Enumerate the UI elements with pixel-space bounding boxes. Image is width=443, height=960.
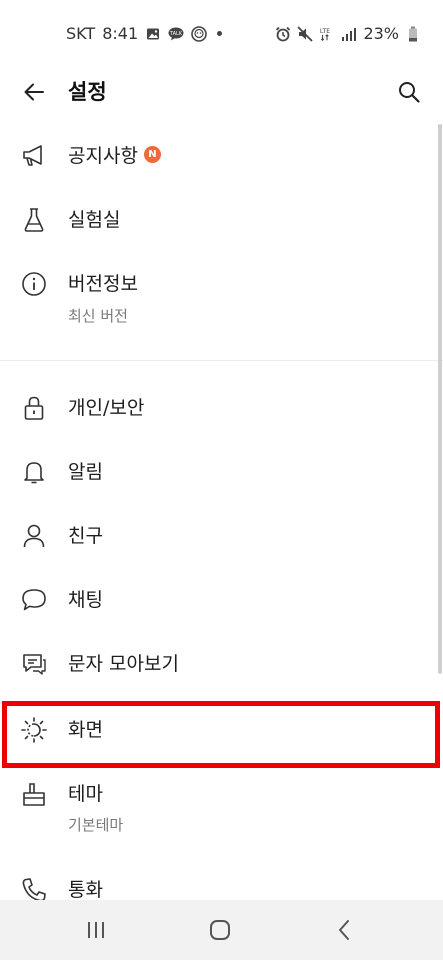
home-button[interactable] [208, 918, 232, 942]
search-button[interactable] [395, 78, 423, 106]
search-icon [399, 82, 420, 103]
chat-bubble-icon [20, 586, 48, 614]
highlight-box [2, 701, 440, 768]
notification-dot [217, 31, 223, 36]
settings-item-label: 실험실 [68, 209, 121, 231]
info-icon [20, 270, 48, 298]
section-divider [0, 360, 443, 361]
settings-item-notice[interactable]: 공지사항 N [0, 124, 443, 188]
status-right: LTE 23% [275, 24, 421, 43]
settings-item-label: 공지사항 [68, 145, 138, 167]
arrow-left-icon [24, 83, 44, 101]
settings-item-lab[interactable]: 실험실 [0, 188, 443, 252]
theme-brush-icon [20, 780, 48, 808]
recent-apps-icon [88, 922, 104, 938]
settings-item-label: 채팅 [68, 589, 103, 611]
settings-item-notification[interactable]: 알림 [0, 440, 443, 504]
recent-apps-button[interactable] [84, 918, 108, 942]
page-title: 설정 [68, 80, 107, 104]
back-button[interactable] [20, 78, 48, 106]
settings-item-subtext: 최신 버전 [68, 307, 128, 325]
settings-item-subtext: 기본테마 [68, 816, 124, 834]
app-bar: 설정 [0, 68, 443, 116]
lock-icon [20, 394, 48, 422]
battery-icon [405, 26, 421, 42]
talk-icon: TALK [168, 26, 184, 42]
scrollbar[interactable] [438, 124, 442, 674]
megaphone-icon [20, 142, 48, 170]
navigation-bar [0, 900, 443, 960]
battery-percent: 23% [363, 24, 399, 43]
bell-icon [20, 458, 48, 486]
svg-text:LTE: LTE [320, 28, 330, 35]
settings-item-label: 테마 [68, 783, 103, 805]
alarm-icon [275, 26, 291, 42]
mute-icon [297, 25, 314, 42]
status-left: SKT 8:41 TALK [66, 24, 223, 43]
carrier-label: SKT [66, 24, 96, 43]
back-nav-icon [339, 920, 349, 940]
settings-item-call[interactable]: 통화 [0, 862, 443, 900]
svg-text:TALK: TALK [169, 31, 183, 37]
gallery-icon [145, 26, 161, 42]
settings-item-label: 알림 [68, 461, 103, 483]
settings-item-chat[interactable]: 채팅 [0, 568, 443, 632]
settings-item-label: 버전정보 [68, 273, 138, 295]
lte-icon: LTE [319, 26, 335, 42]
settings-item-label: 친구 [68, 525, 103, 547]
status-bar: SKT 8:41 TALK LTE 23% [0, 0, 443, 68]
settings-list[interactable]: 공지사항 N 실험실 버전정보 최신 버전 개인/보안 알림 친구 채팅 문자 … [0, 116, 443, 900]
back-nav-button[interactable] [332, 918, 356, 942]
flask-icon [20, 206, 48, 234]
settings-item-friends[interactable]: 친구 [0, 504, 443, 568]
person-icon [20, 522, 48, 550]
signal-icon [341, 26, 357, 42]
home-icon [210, 920, 230, 940]
settings-item-privacy[interactable]: 개인/보안 [0, 376, 443, 440]
new-badge: N [143, 146, 161, 163]
settings-item-messages[interactable]: 문자 모아보기 [0, 632, 443, 696]
settings-item-label: 통화 [68, 879, 103, 900]
settings-item-theme[interactable]: 테마 기본테마 [0, 772, 443, 862]
phone-icon [20, 876, 48, 900]
settings-item-label: 개인/보안 [68, 397, 145, 419]
settings-item-label: 문자 모아보기 [68, 653, 179, 675]
settings-item-version[interactable]: 버전정보 최신 버전 [0, 252, 443, 342]
clock: 8:41 [102, 24, 139, 43]
message-icon [20, 650, 48, 678]
bot-icon [191, 25, 207, 42]
